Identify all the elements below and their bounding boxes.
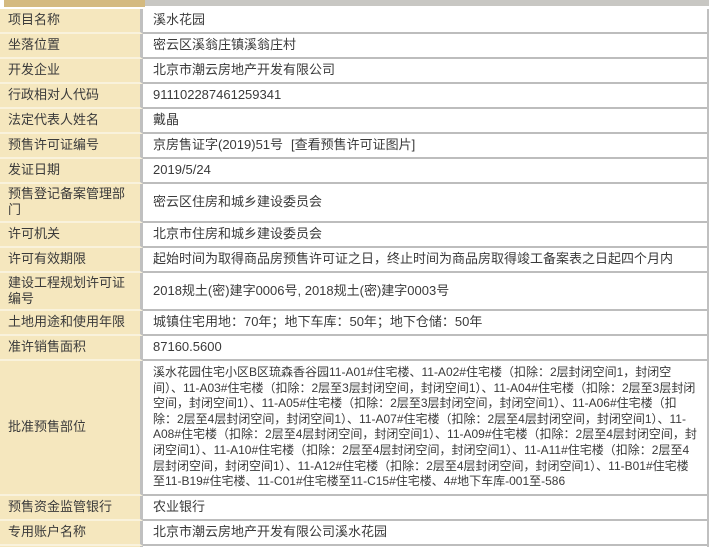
table-row: 行政相对人代码 911102287461259341 [0, 84, 707, 109]
row-value: 北京市潮云房地产开发有限公司 [143, 59, 707, 84]
row-label: 许可有效期限 [0, 248, 143, 273]
table-row: 准许销售面积 87160.5600 [0, 336, 707, 361]
table-row: 项目名称 溪水花园 [0, 9, 707, 34]
row-value: 密云区住房和城乡建设委员会 [143, 184, 707, 223]
table-row: 批准预售部位 溪水花园住宅小区B区琉森香谷园11-A01#住宅楼、11-A02#… [0, 361, 707, 496]
row-value-text: 北京市住房和城乡建设委员会 [153, 226, 322, 242]
row-value-text: 87160.5600 [153, 339, 222, 355]
header-strip-value-remnant [145, 0, 709, 6]
row-value-text: 戴晶 [153, 112, 179, 128]
row-value-text: 起始时间为取得商品房预售许可证之日，终止时间为商品房取得竣工备案表之日起四个月内 [153, 251, 673, 267]
row-value: 戴晶 [143, 109, 707, 134]
row-label: 发证日期 [0, 159, 143, 184]
row-value-text: 2019/5/24 [153, 162, 211, 178]
row-value-text: 密云区住房和城乡建设委员会 [153, 194, 322, 210]
row-value-text: 2018规土(密)建字0006号, 2018规土(密)建字0003号 [153, 283, 449, 299]
row-value: 87160.5600 [143, 336, 707, 361]
header-strip-label-remnant [4, 0, 145, 7]
row-value-text: 城镇住宅用地：70年；地下车库：50年；地下仓储：50年 [153, 314, 482, 330]
table-row: 预售资金监管银行 农业银行 [0, 496, 707, 521]
row-label: 预售资金监管银行 [0, 496, 143, 521]
row-label: 土地用途和使用年限 [0, 311, 143, 336]
row-label: 许可机关 [0, 223, 143, 248]
row-value: 溪水花园住宅小区B区琉森香谷园11-A01#住宅楼、11-A02#住宅楼（扣除：… [143, 361, 707, 496]
row-label: 预售登记备案管理部门 [0, 184, 143, 223]
presale-permit-table: 项目名称 溪水花园 坐落位置 密云区溪翁庄镇溪翁庄村 开发企业 北京市潮云房地产… [0, 9, 709, 547]
row-value: 城镇住宅用地：70年；地下车库：50年；地下仓储：50年 [143, 311, 707, 336]
row-label: 行政相对人代码 [0, 84, 143, 109]
table-row: 坐落位置 密云区溪翁庄镇溪翁庄村 [0, 34, 707, 59]
table-row: 土地用途和使用年限 城镇住宅用地：70年；地下车库：50年；地下仓储：50年 [0, 311, 707, 336]
table-row: 法定代表人姓名 戴晶 [0, 109, 707, 134]
row-value-text: 911102287461259341 [153, 87, 281, 103]
row-value-text: 溪水花园住宅小区B区琉森香谷园11-A01#住宅楼、11-A02#住宅楼（扣除：… [153, 365, 699, 490]
presale-permit-page: 项目名称 溪水花园 坐落位置 密云区溪翁庄镇溪翁庄村 开发企业 北京市潮云房地产… [0, 0, 712, 547]
row-value: 溪水花园 [143, 9, 707, 34]
table-row: 专用账户名称 北京市潮云房地产开发有限公司溪水花园 [0, 521, 707, 546]
row-label: 法定代表人姓名 [0, 109, 143, 134]
row-label: 建设工程规划许可证编号 [0, 273, 143, 312]
table-row: 开发企业 北京市潮云房地产开发有限公司 [0, 59, 707, 84]
row-value-text: 北京市潮云房地产开发有限公司 [153, 62, 335, 78]
row-label: 项目名称 [0, 9, 143, 34]
table-row: 发证日期 2019/5/24 [0, 159, 707, 184]
table-row: 许可有效期限 起始时间为取得商品房预售许可证之日，终止时间为商品房取得竣工备案表… [0, 248, 707, 273]
row-value-text: 密云区溪翁庄镇溪翁庄村 [153, 37, 296, 53]
row-value: 起始时间为取得商品房预售许可证之日，终止时间为商品房取得竣工备案表之日起四个月内 [143, 248, 707, 273]
header-strip [0, 0, 712, 9]
table-row: 建设工程规划许可证编号 2018规土(密)建字0006号, 2018规土(密)建… [0, 273, 707, 312]
row-value: 密云区溪翁庄镇溪翁庄村 [143, 34, 707, 59]
row-label: 准许销售面积 [0, 336, 143, 361]
row-label: 坐落位置 [0, 34, 143, 59]
row-value: 北京市住房和城乡建设委员会 [143, 223, 707, 248]
row-value: 2018规土(密)建字0006号, 2018规土(密)建字0003号 [143, 273, 707, 312]
row-value-text: 京房售证字(2019)51号 [153, 137, 283, 153]
row-value: 北京市潮云房地产开发有限公司溪水花园 [143, 521, 707, 546]
row-value: 京房售证字(2019)51号 [查看预售许可证图片] [143, 134, 707, 159]
row-label: 开发企业 [0, 59, 143, 84]
row-value: 2019/5/24 [143, 159, 707, 184]
row-value: 农业银行 [143, 496, 707, 521]
table-row: 许可机关 北京市住房和城乡建设委员会 [0, 223, 707, 248]
row-value-text: 农业银行 [153, 499, 205, 515]
row-label: 预售许可证编号 [0, 134, 143, 159]
table-row: 预售许可证编号 京房售证字(2019)51号 [查看预售许可证图片] [0, 134, 707, 159]
view-permit-image-link[interactable]: [查看预售许可证图片] [291, 137, 415, 153]
row-value: 911102287461259341 [143, 84, 707, 109]
row-value-text: 溪水花园 [153, 12, 205, 28]
row-label: 专用账户名称 [0, 521, 143, 546]
table-row: 预售登记备案管理部门 密云区住房和城乡建设委员会 [0, 184, 707, 223]
row-value-text: 北京市潮云房地产开发有限公司溪水花园 [153, 524, 387, 540]
row-label: 批准预售部位 [0, 361, 143, 496]
